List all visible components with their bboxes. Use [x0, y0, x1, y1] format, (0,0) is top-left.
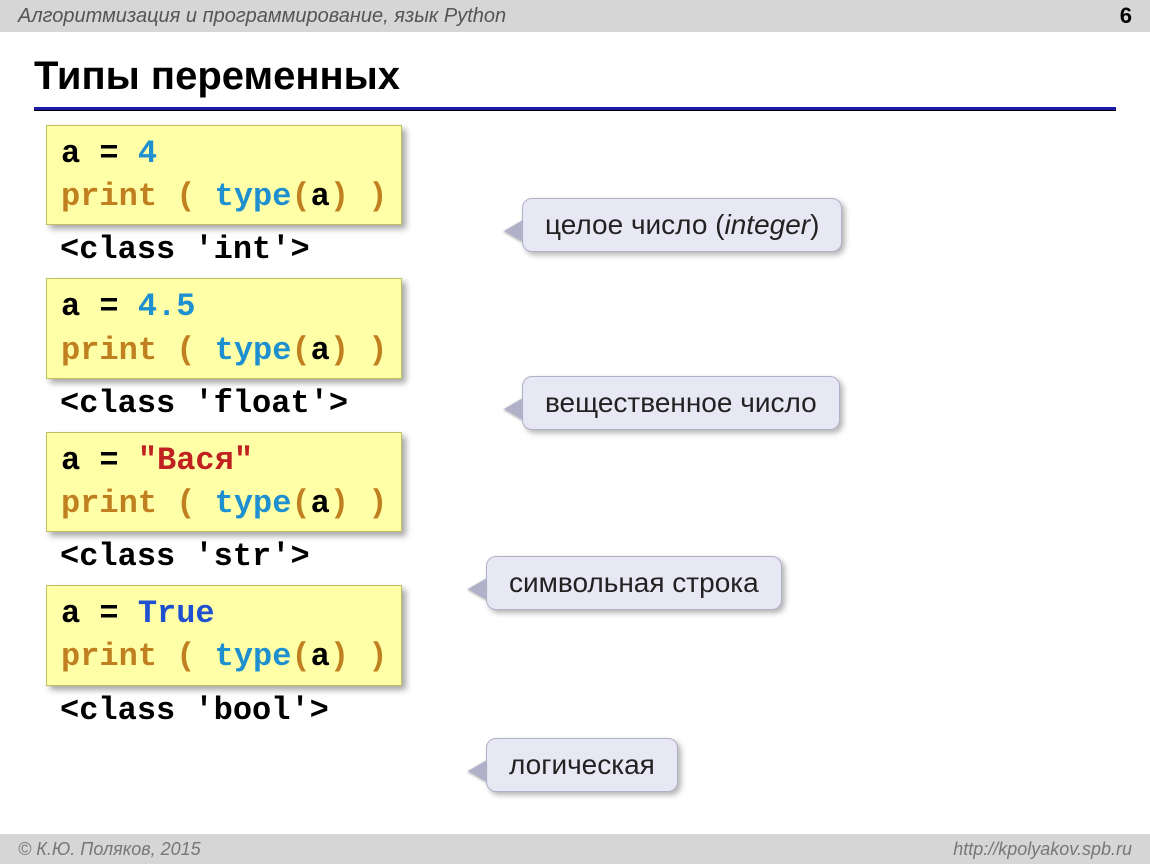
title-rule — [34, 107, 1116, 111]
callout: логическая — [486, 738, 678, 792]
callout: целое число (integer) — [522, 198, 842, 252]
code-value: 4.5 — [138, 288, 196, 325]
page-number: 6 — [1120, 3, 1132, 29]
code-block: a = True print ( type(a) ) — [46, 585, 402, 685]
code-value: True — [138, 595, 215, 632]
callout-tail-icon — [469, 761, 487, 781]
footer-copyright: © К.Ю. Поляков, 2015 — [18, 839, 201, 860]
header-bar: Алгоритмизация и программирование, язык … — [0, 0, 1150, 32]
page-title: Типы переменных — [0, 32, 1150, 107]
callout-tail-icon — [469, 579, 487, 599]
code-value: 4 — [138, 135, 157, 172]
callout-tail-icon — [505, 399, 523, 419]
footer-bar: © К.Ю. Поляков, 2015 http://kpolyakov.sp… — [0, 834, 1150, 864]
header-subject: Алгоритмизация и программирование, язык … — [18, 5, 506, 28]
callout-tail-icon — [505, 221, 523, 241]
footer-url: http://kpolyakov.spb.ru — [953, 839, 1132, 860]
callout: вещественное число — [522, 376, 840, 430]
code-value: "Вася" — [138, 442, 253, 479]
code-block: a = 4 print ( type(a) ) — [46, 125, 402, 225]
callout: символьная строка — [486, 556, 782, 610]
code-output: <class 'bool'> — [46, 690, 1150, 739]
code-block: a = 4.5 print ( type(a) ) — [46, 278, 402, 378]
code-block: a = "Вася" print ( type(a) ) — [46, 432, 402, 532]
